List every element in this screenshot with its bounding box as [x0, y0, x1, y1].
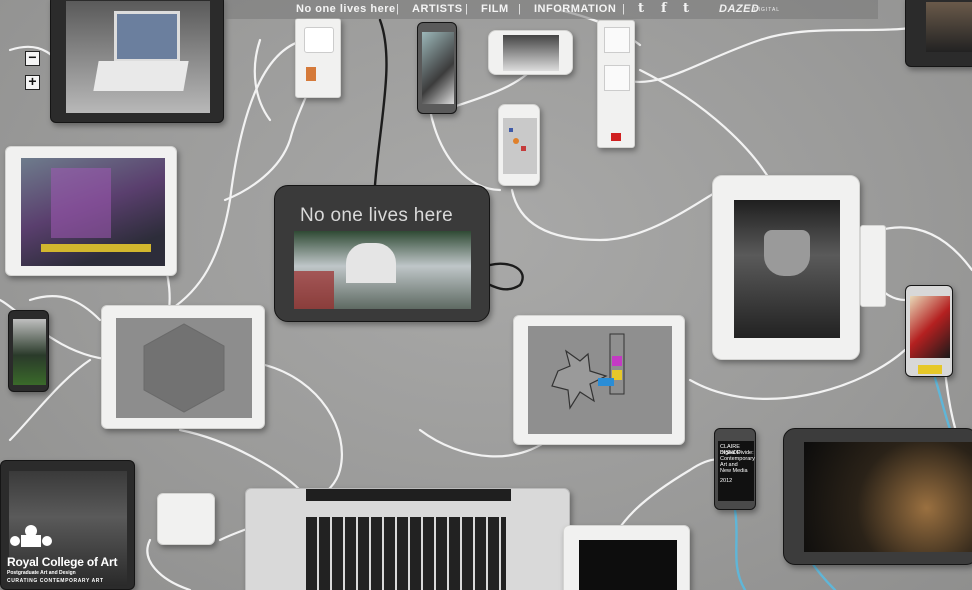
rca-crest-icon [10, 525, 52, 547]
nav-information[interactable]: INFORMATION [534, 3, 616, 15]
tablet-floor-plan[interactable] [513, 315, 685, 445]
rca-name: Royal College of Art [7, 555, 118, 569]
tablet-screen [66, 1, 210, 113]
featured-tablet-title[interactable]: No one lives here [300, 205, 453, 227]
tablet-factory-photo[interactable] [5, 146, 177, 276]
phone-landscape[interactable] [488, 30, 573, 75]
dazed-logo-sub: DIGITAL [754, 7, 781, 13]
rca-curating: CURATING CONTEMPORARY ART [7, 578, 104, 584]
tumblr-icon[interactable]: t [683, 1, 689, 16]
phone-poster[interactable] [905, 285, 953, 377]
tablet-laptop-photo[interactable] [50, 0, 224, 123]
laptop[interactable] [245, 488, 570, 590]
phone-text-line6: 2012 [720, 478, 733, 484]
twitter-icon[interactable]: t [638, 1, 644, 16]
tablet-rugged-case[interactable] [712, 175, 860, 360]
tablet-hexagon[interactable] [101, 305, 265, 429]
tablet-top-right[interactable] [905, 0, 972, 67]
zoom-in-icon[interactable]: + [25, 74, 40, 90]
rca-tablet[interactable]: Royal College of Art Postgraduate Art an… [0, 460, 135, 590]
phone-smiley[interactable] [8, 310, 49, 392]
zoom-out-icon[interactable]: − [25, 50, 40, 66]
floor-plan [551, 333, 625, 410]
power-strip [597, 20, 635, 148]
nav-separator: | [465, 3, 468, 15]
phone-abstract[interactable] [417, 22, 457, 114]
nav-separator: | [622, 3, 625, 15]
phone-text-claire-bishop[interactable]: CLAIRE BISHOP Digital Divide: Contempora… [714, 428, 756, 510]
nav-separator: | [396, 3, 399, 15]
tablet-crowd-night[interactable] [783, 428, 972, 565]
phone-diagram[interactable] [498, 104, 540, 186]
nav-artists[interactable]: ARTISTS [412, 3, 463, 15]
facebook-icon[interactable]: f [661, 1, 667, 16]
phone-text-line5: New Media [720, 468, 748, 474]
rugged-case-handle [860, 225, 886, 307]
laptop-keyboard[interactable] [306, 517, 506, 590]
device-table-canvas[interactable]: No one lives here CLAIRE BISHOP Digital … [0, 0, 972, 590]
hexagon-shape [143, 323, 225, 413]
tablet-bottom-black[interactable] [563, 525, 690, 590]
power-adapter [295, 18, 341, 98]
nav-separator: | [518, 3, 521, 15]
nav-film[interactable]: FILM [481, 3, 509, 15]
nav-home-title[interactable]: No one lives here [296, 3, 396, 15]
rca-subtitle: Postgraduate Art and Design [7, 570, 76, 576]
power-brick [157, 493, 215, 545]
